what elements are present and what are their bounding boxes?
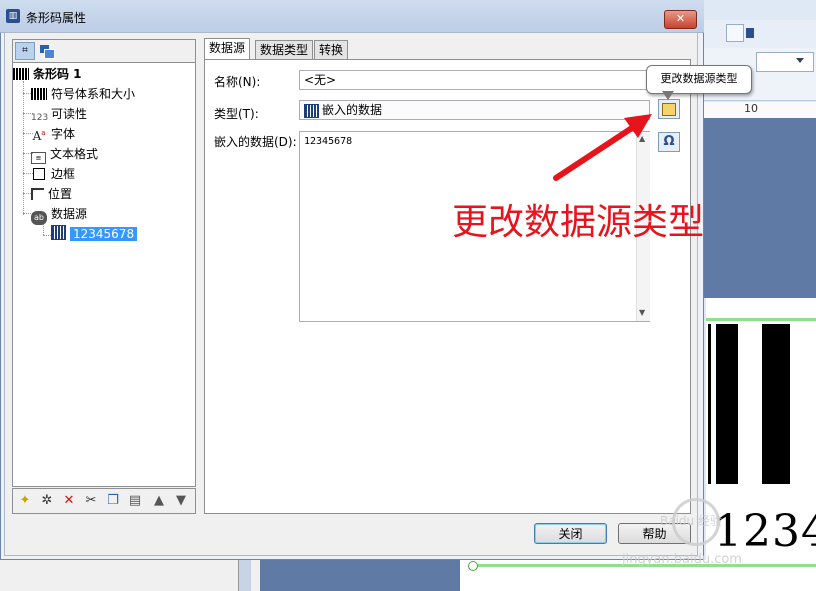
tree-view-icon[interactable]: ⌗ xyxy=(15,42,35,60)
name-field[interactable]: <无> xyxy=(299,70,650,90)
tooltip: 更改数据源类型 xyxy=(646,65,752,94)
tree-item-data-source[interactable]: ab 数据源 xyxy=(31,205,88,225)
annotation-arrow xyxy=(553,114,652,181)
barcode-bar xyxy=(708,324,711,484)
workspace-background-bottom xyxy=(260,560,460,591)
tree-root-label: 条形码 1 xyxy=(33,67,82,81)
type-label: 类型(T): xyxy=(214,107,259,121)
new-icon[interactable]: ✦ xyxy=(17,493,33,509)
tooltip-tail xyxy=(662,91,674,100)
dropdown-icon[interactable] xyxy=(746,28,754,38)
tree-root-barcode[interactable]: 条形码 1 xyxy=(13,65,82,83)
selection-line xyxy=(706,318,816,321)
layers-icon[interactable] xyxy=(37,42,57,60)
close-button[interactable]: 关闭 xyxy=(534,523,607,544)
tree-item-font[interactable]: Aa 字体 xyxy=(31,125,75,143)
numbers-icon: 123 xyxy=(31,113,49,123)
omega-icon: Ω xyxy=(663,134,675,149)
embedded-data-icon xyxy=(51,225,66,240)
tree-item-label: 字体 xyxy=(51,127,76,141)
tree-item-embedded-data[interactable]: 12345678 xyxy=(51,225,138,243)
zoom-dropdown[interactable] xyxy=(756,52,814,72)
annotation-text: 更改数据源类型 xyxy=(452,202,705,243)
ruler xyxy=(700,102,816,119)
tree-item-label: 数据源 xyxy=(51,207,88,221)
grid-icon[interactable] xyxy=(726,24,744,42)
background-toolbar xyxy=(700,20,816,49)
watermark-text: Baidu 经验 xyxy=(660,514,722,528)
change-data-source-type-button[interactable] xyxy=(658,99,680,119)
text-format-icon: ≡ xyxy=(31,152,46,164)
close-icon[interactable]: ✕ xyxy=(664,10,697,29)
paste-icon[interactable]: ▤ xyxy=(127,493,143,509)
tree-item-position[interactable]: 位置 xyxy=(31,185,72,203)
tree-item-readability[interactable]: 123 可读性 xyxy=(31,105,87,123)
tree-item-symbology[interactable]: 符号体系和大小 xyxy=(31,85,135,103)
tree-item-label: 位置 xyxy=(48,187,73,201)
app-icon: ▥ xyxy=(6,9,20,23)
tab-data-source[interactable]: 数据源 xyxy=(204,38,251,59)
barcode-bar xyxy=(762,324,790,484)
embedded-data-label: 嵌入的数据(D): xyxy=(214,135,297,149)
cut-icon[interactable]: ✂ xyxy=(83,493,99,509)
tab-data-type[interactable]: 数据类型 xyxy=(255,40,314,59)
tree-toolbar: ⌗ xyxy=(12,39,196,63)
dialog-titlebar[interactable] xyxy=(0,0,704,33)
move-up-icon[interactable]: ▲ xyxy=(151,493,167,509)
tree-item-label: 文本格式 xyxy=(50,147,99,161)
move-down-icon[interactable]: ▼ xyxy=(173,493,189,509)
tree-item-label: 符号体系和大小 xyxy=(51,87,136,101)
copy-icon[interactable]: ❐ xyxy=(105,493,121,509)
property-tree: 条形码 1 符号体系和大小 123 可读性 Aa 字体 ≡ 文本格式 边框 位置 ab… xyxy=(12,63,196,487)
scroll-down-icon[interactable]: ▼ xyxy=(639,308,645,317)
selection-handle[interactable] xyxy=(468,561,478,571)
tree-item-label: 可读性 xyxy=(51,107,88,121)
barcode-human-readable: 1234 xyxy=(714,506,816,557)
data-source-type-icon xyxy=(662,103,676,116)
workspace-background xyxy=(700,118,816,298)
data-source-icon: ab xyxy=(31,211,47,225)
selected-data-label: 12345678 xyxy=(70,227,138,241)
tree-actions-toolbar: ✦ ✲ ✕ ✂ ❐ ▤ ▲ ▼ xyxy=(12,488,196,514)
delete-icon[interactable]: ✕ xyxy=(61,493,77,509)
insert-symbol-button[interactable]: Ω xyxy=(658,132,680,152)
embedded-data-icon xyxy=(304,104,319,118)
tree-item-border[interactable]: 边框 xyxy=(31,165,75,183)
dialog-title: 条形码属性 xyxy=(26,11,87,25)
chevron-down-icon xyxy=(796,58,804,63)
vertical-ruler xyxy=(238,560,251,591)
tree-item-label: 边框 xyxy=(51,167,76,181)
tree-item-text-format[interactable]: ≡ 文本格式 xyxy=(31,145,99,164)
watermark-url: jingyan.baidu.com xyxy=(622,552,742,567)
ruler-mark: 10 xyxy=(744,102,758,115)
type-value: 嵌入的数据 xyxy=(322,103,383,117)
font-icon: Aa xyxy=(32,129,46,143)
position-icon xyxy=(31,188,44,200)
wand-icon[interactable]: ✲ xyxy=(39,493,55,509)
barcode-icon xyxy=(13,68,29,80)
border-icon xyxy=(33,168,45,180)
tab-transform[interactable]: 转换 xyxy=(314,40,349,59)
name-label: 名称(N): xyxy=(214,75,261,89)
barcode-bar xyxy=(716,324,738,484)
barcode-icon xyxy=(31,88,47,100)
